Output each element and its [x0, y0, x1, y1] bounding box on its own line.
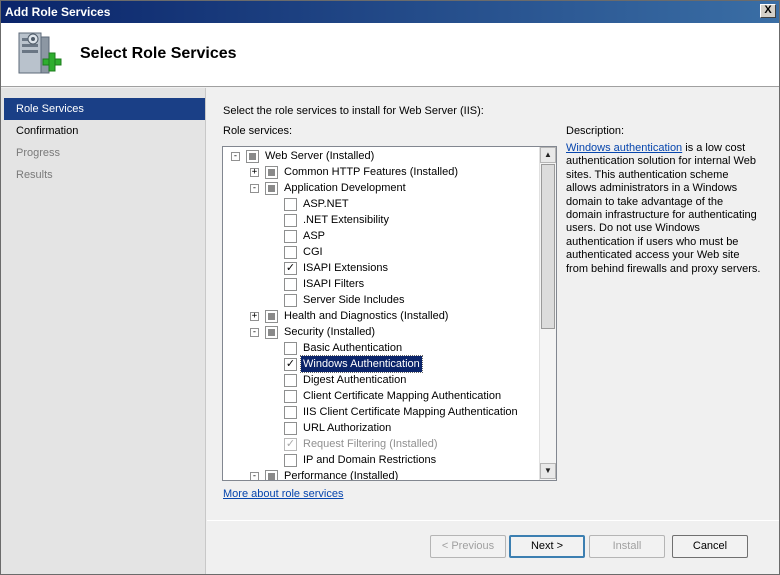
tree-row-label: .NET Extensibility — [303, 214, 389, 226]
tree-row-label: IIS Client Certificate Mapping Authentic… — [303, 406, 518, 418]
tree-checkbox[interactable] — [284, 230, 297, 243]
scroll-down-button[interactable]: ▼ — [540, 463, 556, 479]
tree-row-label: IP and Domain Restrictions — [303, 454, 437, 466]
tree-checkbox[interactable]: ✓ — [284, 438, 297, 451]
tree-row[interactable]: - Application Development — [223, 180, 539, 196]
tree-checkbox[interactable] — [284, 342, 297, 355]
tree-row-label: Server Side Includes — [303, 294, 405, 306]
scroll-thumb[interactable] — [541, 164, 555, 329]
role-services-tree[interactable]: - Web Server (Installed) + Common HTTP Feat… — [222, 146, 557, 481]
wizard-nav: Role Services Confirmation Progress Resu… — [1, 88, 206, 574]
tree-checkbox[interactable] — [265, 182, 278, 195]
tree-row[interactable]: ASP — [223, 228, 539, 244]
description-text: is a low cost authentication solution fo… — [566, 142, 761, 275]
tree-row-label: Health and Diagnostics (Installed) — [284, 310, 449, 322]
scroll-up-button[interactable]: ▲ — [540, 147, 556, 163]
tree-row[interactable]: Server Side Includes — [223, 292, 539, 308]
tree-row-label: Security (Installed) — [284, 326, 376, 338]
tree-row[interactable]: ISAPI Filters — [223, 276, 539, 292]
tree-row-label: ISAPI Extensions — [303, 262, 388, 274]
nav-item-confirmation[interactable]: Confirmation — [1, 120, 205, 142]
cancel-button[interactable]: Cancel — [672, 535, 748, 558]
tree-row[interactable]: - Security (Installed) — [223, 324, 539, 340]
tree-checkbox[interactable]: ✓ — [284, 358, 297, 371]
footer-divider — [207, 520, 779, 521]
collapse-icon[interactable]: - — [250, 328, 259, 337]
nav-item-progress: Progress — [16, 147, 61, 159]
tree-checkbox[interactable] — [284, 214, 297, 227]
tree-row[interactable]: .NET Extensibility — [223, 212, 539, 228]
tree-row-label: URL Authorization — [303, 422, 392, 434]
role-services-label: Role services: — [223, 125, 293, 137]
close-button[interactable]: X — [760, 4, 776, 18]
tree-row[interactable]: ASP.NET — [223, 196, 539, 212]
tree-row-label: Client Certificate Mapping Authenticatio… — [303, 390, 502, 402]
tree-row-label: Performance (Installed) — [284, 470, 399, 481]
tree-row-label: Digest Authentication — [303, 374, 407, 386]
more-about-role-services-link[interactable]: More about role services — [223, 488, 343, 500]
tree-checkbox[interactable] — [284, 406, 297, 419]
tree-row-label: Windows Authentication — [300, 355, 423, 373]
tree-row[interactable]: + Common HTTP Features (Installed) — [223, 164, 539, 180]
description-body: Windows authentication is a low cost aut… — [566, 142, 761, 276]
nav-item-results: Results — [16, 169, 53, 181]
tree-checkbox[interactable] — [265, 310, 278, 323]
tree-row[interactable]: IP and Domain Restrictions — [223, 452, 539, 468]
tree-row-label: Basic Authentication — [303, 342, 403, 354]
tree-row-label: ASP — [303, 230, 326, 242]
expand-icon[interactable]: + — [250, 168, 259, 177]
tree-checkbox[interactable]: ✓ — [284, 262, 297, 275]
description-label: Description: — [566, 125, 625, 137]
tree-row[interactable]: CGI — [223, 244, 539, 260]
page-title: Select Role Services — [80, 45, 237, 62]
wizard-header: Select Role Services — [1, 23, 779, 87]
tree-row[interactable]: Basic Authentication — [223, 340, 539, 356]
tree-row-label: ASP.NET — [303, 198, 349, 210]
next-button[interactable]: Next > — [509, 535, 585, 558]
tree-row[interactable]: Digest Authentication — [223, 372, 539, 388]
expand-icon[interactable]: + — [250, 312, 259, 321]
tree-row[interactable]: ✓ Request Filtering (Installed) — [223, 436, 539, 452]
tree-row[interactable]: ✓ ISAPI Extensions — [223, 260, 539, 276]
tree-row[interactable]: IIS Client Certificate Mapping Authentic… — [223, 404, 539, 420]
add-role-services-dialog: Add Role Services X Select Role Services… — [0, 0, 780, 575]
title-bar: Add Role Services X — [1, 1, 779, 23]
tree-row[interactable]: - Performance (Installed) — [223, 468, 539, 481]
tree-checkbox[interactable] — [284, 422, 297, 435]
tree-checkbox[interactable] — [284, 246, 297, 259]
tree-checkbox[interactable] — [265, 166, 278, 179]
instruction-text: Select the role services to install for … — [223, 105, 484, 117]
tree-row[interactable]: URL Authorization — [223, 420, 539, 436]
tree-row[interactable]: - Web Server (Installed) — [223, 148, 539, 164]
tree-row[interactable]: + Health and Diagnostics (Installed) — [223, 308, 539, 324]
previous-button[interactable]: < Previous — [430, 535, 506, 558]
tree-checkbox[interactable] — [284, 390, 297, 403]
tree-row-label: CGI — [303, 246, 323, 258]
tree-checkbox[interactable] — [265, 326, 278, 339]
collapse-icon[interactable]: - — [250, 472, 259, 480]
tree-checkbox[interactable] — [284, 454, 297, 467]
tree-row-label: ISAPI Filters — [303, 278, 365, 290]
install-button[interactable]: Install — [589, 535, 665, 558]
tree-row-label: Application Development — [284, 182, 406, 194]
tree-checkbox[interactable] — [284, 294, 297, 307]
collapse-icon[interactable]: - — [250, 184, 259, 193]
tree-scrollbar[interactable]: ▲ ▼ — [539, 147, 556, 480]
tree-row-label: Common HTTP Features (Installed) — [284, 166, 459, 178]
window-title: Add Role Services — [5, 5, 111, 19]
description-link[interactable]: Windows authentication — [566, 142, 682, 154]
tree-checkbox[interactable] — [246, 150, 259, 163]
tree-row-label: Web Server (Installed) — [265, 150, 375, 162]
tree-row[interactable]: Client Certificate Mapping Authenticatio… — [223, 388, 539, 404]
tree-checkbox[interactable] — [284, 278, 297, 291]
tree-row[interactable]: ✓ Windows Authentication — [223, 355, 539, 373]
tree-row-label: Request Filtering (Installed) — [303, 438, 438, 450]
tree-checkbox[interactable] — [284, 374, 297, 387]
collapse-icon[interactable]: - — [231, 152, 240, 161]
tree-checkbox[interactable] — [265, 470, 278, 480]
server-add-icon — [18, 32, 62, 74]
tree-checkbox[interactable] — [284, 198, 297, 211]
nav-item-role-services[interactable]: Role Services — [4, 98, 205, 120]
